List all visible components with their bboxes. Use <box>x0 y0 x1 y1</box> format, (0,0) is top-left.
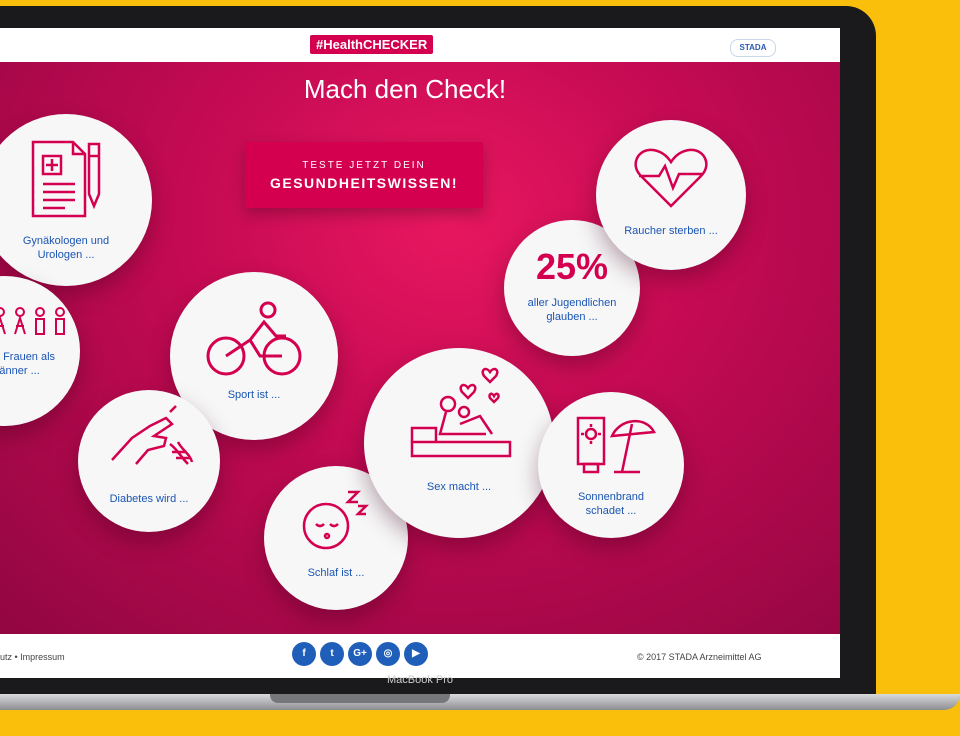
footer-links[interactable]: utz • Impressum <box>0 652 65 662</box>
device-label: MacBook Pro <box>386 674 454 686</box>
youtube-icon[interactable]: ▶ <box>404 642 428 666</box>
footer: utz • Impressum f t G+ ◎ ▶ © 2017 STADA … <box>0 634 840 678</box>
cyclist-icon <box>206 301 302 376</box>
bubble-gynecology-label: Gynäkologen und Urologen ... <box>22 235 110 261</box>
finger-prick-icon <box>111 405 194 465</box>
bubble-women-men-label: Mehr Frauen als Männer ... <box>0 351 56 377</box>
couple-hearts-icon <box>410 367 512 458</box>
copyright-text: © 2017 STADA Arzneimittel AG <box>637 652 762 662</box>
youth-percent: 25% <box>535 246 609 287</box>
medical-document-icon <box>31 140 101 218</box>
bubble-smokers[interactable]: Raucher sterben ... <box>596 120 746 270</box>
google-plus-icon[interactable]: G+ <box>348 642 372 666</box>
bubble-sunburn-label: Sonnenbrand schadet ... <box>577 491 645 517</box>
bubble-sport-label: Sport ist ... <box>227 389 281 401</box>
page-title: Mach den Check! <box>303 74 507 104</box>
bubble-sex-label: Sex macht ... <box>426 481 492 493</box>
laptop-frame: #HealthCHECKER STADA Mach den Check! TES… <box>0 6 876 696</box>
people-icon <box>0 307 65 335</box>
sleeping-baby-icon <box>302 490 370 550</box>
instagram-icon[interactable]: ◎ <box>376 642 400 666</box>
bubble-gynecology[interactable]: Gynäkologen und Urologen ... <box>0 114 152 286</box>
bubble-sex[interactable]: Sex macht ... <box>364 348 554 538</box>
bubble-sunburn[interactable]: Sonnenbrand schadet ... <box>538 392 684 538</box>
laptop-base <box>0 694 960 710</box>
cta-line-1: TESTE JETZT DEIN <box>302 160 426 171</box>
stada-logo[interactable]: STADA <box>730 39 776 57</box>
heartbeat-icon <box>634 148 708 208</box>
facebook-icon[interactable]: f <box>292 642 316 666</box>
bubble-diabetes[interactable]: Diabetes wird ... <box>78 390 220 532</box>
laptop-notch <box>270 694 450 703</box>
main-stage: Mach den Check! TESTE JETZT DEIN GESUNDH… <box>0 62 840 634</box>
top-bar: #HealthCHECKER STADA <box>0 28 840 62</box>
bubble-smokers-label: Raucher sterben ... <box>624 225 718 237</box>
twitter-icon[interactable]: t <box>320 642 344 666</box>
sunscreen-umbrella-icon <box>576 416 656 474</box>
healthchecker-logo[interactable]: #HealthCHECKER <box>310 35 434 54</box>
bubble-diabetes-label: Diabetes wird ... <box>109 493 189 505</box>
bubble-women-men[interactable]: Mehr Frauen als Männer ... <box>0 276 80 426</box>
cta-line-2: GESUNDHEITSWISSEN! <box>269 175 458 191</box>
bubble-sleep-label: Schlaf ist ... <box>307 567 365 579</box>
start-quiz-button[interactable]: TESTE JETZT DEIN GESUNDHEITSWISSEN! <box>245 142 483 208</box>
bubble-youth-label: aller Jugendlichen glauben ... <box>527 297 617 323</box>
browser-screen: #HealthCHECKER STADA Mach den Check! TES… <box>0 28 840 678</box>
